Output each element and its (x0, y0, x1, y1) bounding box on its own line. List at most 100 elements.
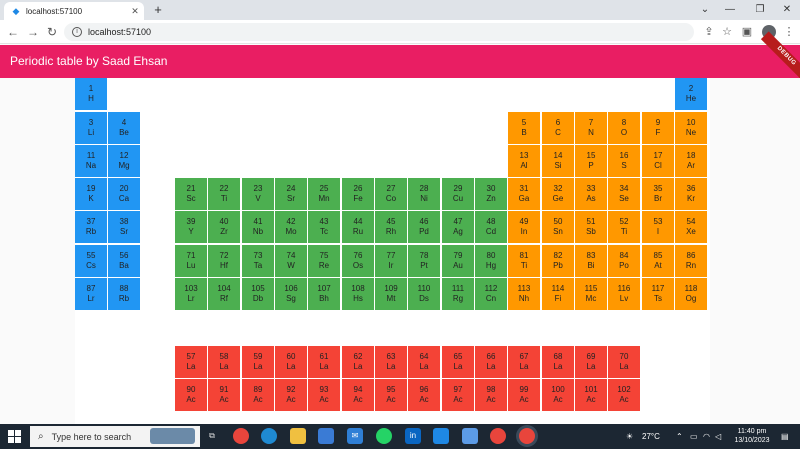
element-cell-38[interactable]: 38 Sr (108, 211, 140, 243)
element-cell-11[interactable]: 11 Na (75, 145, 107, 177)
element-cell-70[interactable]: 70 La (608, 346, 640, 378)
element-cell-24[interactable]: 24 Sr (275, 178, 307, 210)
forward-arrow-icon[interactable]: → (24, 23, 42, 41)
element-cell-92[interactable]: 92 Ac (275, 379, 307, 411)
edge-icon[interactable] (261, 428, 277, 444)
element-cell-3[interactable]: 3 Li (75, 112, 107, 144)
element-cell-49[interactable]: 49 In (508, 211, 540, 243)
reload-icon[interactable]: ↻ (43, 23, 61, 41)
mail-icon[interactable]: ✉ (347, 428, 363, 444)
element-cell-52[interactable]: 52 Ti (608, 211, 640, 243)
element-cell-71[interactable]: 71 Lu (175, 245, 207, 277)
windows-start-icon[interactable] (8, 430, 21, 443)
element-cell-9[interactable]: 9F (642, 112, 674, 144)
linkedin-icon[interactable]: in (405, 428, 421, 444)
element-cell-34[interactable]: 34 Se (608, 178, 640, 210)
element-cell-8[interactable]: 8O (608, 112, 640, 144)
element-cell-115[interactable]: 115 Mc (575, 278, 607, 310)
element-cell-99[interactable]: 99 Ac (508, 379, 540, 411)
element-cell-21[interactable]: 21 Sc (175, 178, 207, 210)
element-cell-22[interactable]: 22 Ti (208, 178, 240, 210)
wifi-icon[interactable]: ◠ (703, 424, 710, 449)
chevron-up-icon[interactable]: ⌃ (676, 424, 683, 449)
element-cell-108[interactable]: 108 Hs (342, 278, 374, 310)
element-cell-25[interactable]: 25 Mn (308, 178, 340, 210)
element-cell-45[interactable]: 45 Rh (375, 211, 407, 243)
bookmark-star-icon[interactable]: ☆ (718, 23, 736, 41)
element-cell-64[interactable]: 64 La (408, 346, 440, 378)
element-cell-56[interactable]: 56 Ba (108, 245, 140, 277)
element-cell-13[interactable]: 13 Al (508, 145, 540, 177)
element-cell-66[interactable]: 66 La (475, 346, 507, 378)
more-menu-icon[interactable]: ⋮ (780, 23, 798, 41)
element-cell-85[interactable]: 85 At (642, 245, 674, 277)
element-cell-63[interactable]: 63 La (375, 346, 407, 378)
element-cell-14[interactable]: 14 Si (542, 145, 574, 177)
back-arrow-icon[interactable]: ← (4, 23, 22, 41)
element-cell-79[interactable]: 79 Au (442, 245, 474, 277)
element-cell-87[interactable]: 87 Lr (75, 278, 107, 310)
element-cell-91[interactable]: 91 Ac (208, 379, 240, 411)
element-cell-113[interactable]: 113 Nh (508, 278, 540, 310)
element-cell-73[interactable]: 73 Ta (242, 245, 274, 277)
element-cell-89[interactable]: 89 Ac (242, 379, 274, 411)
element-cell-68[interactable]: 68 La (542, 346, 574, 378)
element-cell-44[interactable]: 44 Ru (342, 211, 374, 243)
element-cell-72[interactable]: 72 Hf (208, 245, 240, 277)
element-cell-74[interactable]: 74 W (275, 245, 307, 277)
chrome-icon-2[interactable] (490, 428, 506, 444)
element-cell-27[interactable]: 27 Co (375, 178, 407, 210)
element-cell-107[interactable]: 107 Bh (308, 278, 340, 310)
element-cell-96[interactable]: 96 Ac (408, 379, 440, 411)
element-cell-37[interactable]: 37 Rb (75, 211, 107, 243)
microsoft-store-icon[interactable] (318, 428, 334, 444)
element-cell-1[interactable]: 1H (75, 78, 107, 110)
element-cell-28[interactable]: 28 Ni (408, 178, 440, 210)
element-cell-59[interactable]: 59 La (242, 346, 274, 378)
element-cell-100[interactable]: 100 Ac (542, 379, 574, 411)
element-cell-60[interactable]: 60 La (275, 346, 307, 378)
element-cell-46[interactable]: 46 Pd (408, 211, 440, 243)
restore-button[interactable]: ❐ (745, 0, 775, 20)
file-explorer-icon[interactable] (290, 428, 306, 444)
chrome-icon[interactable] (233, 428, 249, 444)
vscode-icon[interactable] (433, 428, 449, 444)
address-bar[interactable]: i localhost:57100 (64, 23, 694, 41)
element-cell-40[interactable]: 40 Zr (208, 211, 240, 243)
element-cell-4[interactable]: 4 Be (108, 112, 140, 144)
element-cell-15[interactable]: 15 P (575, 145, 607, 177)
new-tab-button[interactable]: + (150, 2, 166, 18)
element-cell-86[interactable]: 86 Rn (675, 245, 707, 277)
element-cell-94[interactable]: 94 Ac (342, 379, 374, 411)
element-cell-103[interactable]: 103 Lr (175, 278, 207, 310)
element-cell-57[interactable]: 57 La (175, 346, 207, 378)
element-cell-31[interactable]: 31 Ga (508, 178, 540, 210)
chrome-active-icon[interactable] (519, 428, 535, 444)
element-cell-29[interactable]: 29 Cu (442, 178, 474, 210)
element-cell-78[interactable]: 78 Pt (408, 245, 440, 277)
element-cell-62[interactable]: 62 La (342, 346, 374, 378)
element-cell-76[interactable]: 76 Os (342, 245, 374, 277)
element-cell-43[interactable]: 43 Tc (308, 211, 340, 243)
element-cell-35[interactable]: 35 Br (642, 178, 674, 210)
element-cell-26[interactable]: 26 Fe (342, 178, 374, 210)
element-cell-83[interactable]: 83 Bi (575, 245, 607, 277)
element-cell-17[interactable]: 17 Cl (642, 145, 674, 177)
element-cell-112[interactable]: 112 Cn (475, 278, 507, 310)
minimize-button[interactable]: — (715, 0, 745, 20)
element-cell-48[interactable]: 48 Cd (475, 211, 507, 243)
element-cell-105[interactable]: 105 Db (242, 278, 274, 310)
element-cell-23[interactable]: 23 V (242, 178, 274, 210)
share-icon[interactable]: ⇪ (700, 23, 718, 41)
element-cell-90[interactable]: 90 Ac (175, 379, 207, 411)
taskbar-clock[interactable]: 11:40 pm 13/10/2023 (728, 427, 776, 445)
notification-icon[interactable]: ▤ (781, 424, 789, 449)
temperature[interactable]: 27°C (642, 424, 660, 449)
element-cell-104[interactable]: 104 Rf (208, 278, 240, 310)
element-cell-36[interactable]: 36 Kr (675, 178, 707, 210)
element-cell-51[interactable]: 51 Sb (575, 211, 607, 243)
element-cell-30[interactable]: 30 Zn (475, 178, 507, 210)
element-cell-16[interactable]: 16 S (608, 145, 640, 177)
element-cell-118[interactable]: 118 Og (675, 278, 707, 310)
element-cell-80[interactable]: 80 Hg (475, 245, 507, 277)
